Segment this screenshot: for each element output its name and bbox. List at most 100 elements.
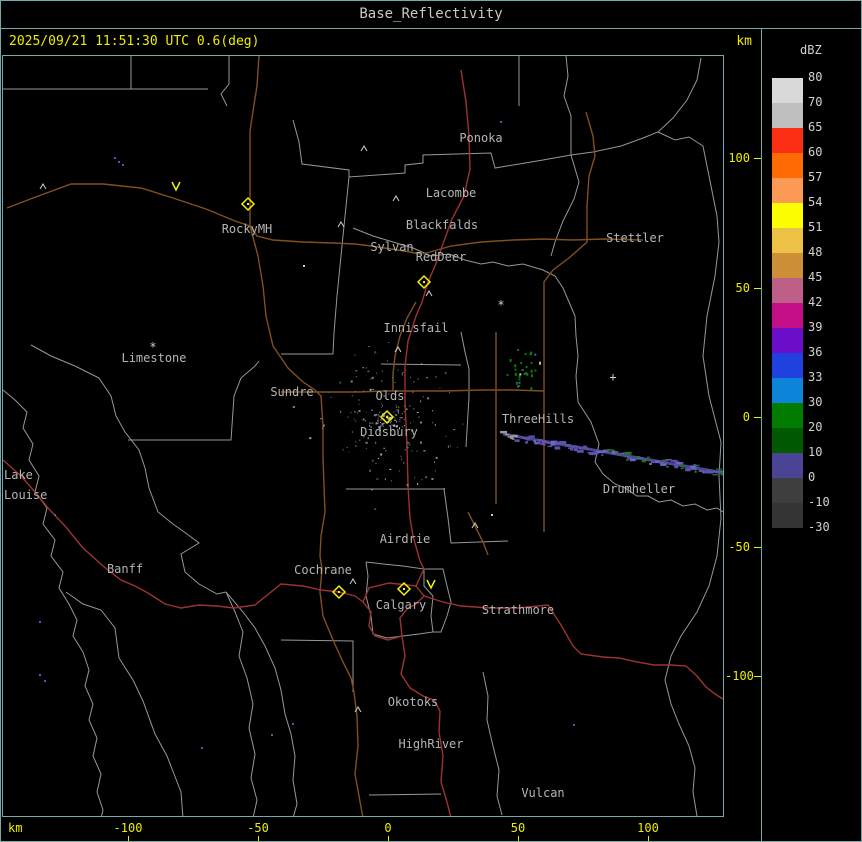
town-caret-marker [349, 578, 357, 585]
echo-streak-segment [519, 436, 522, 438]
clutter-echo [380, 403, 382, 405]
clutter-echo [350, 380, 353, 383]
echo-streak-segment [513, 434, 518, 438]
clutter-echo [357, 412, 358, 414]
clutter-echo [394, 419, 397, 421]
echo-streak-segment [717, 470, 724, 472]
colorbar-block [772, 328, 803, 353]
precip-echo-green [518, 384, 521, 387]
clutter-echo [328, 391, 331, 393]
clutter-echo [453, 429, 456, 431]
colorbar-block [772, 478, 803, 503]
clutter-echo [377, 419, 380, 422]
city-label-highriver: HighRiver [398, 737, 463, 751]
title-bar: Base_Reflectivity [1, 1, 861, 29]
clutter-echo [376, 414, 378, 416]
clutter-echo [427, 397, 430, 400]
clutter-echo [397, 406, 399, 407]
clutter-echo [383, 415, 385, 417]
boundary-line [352, 227, 724, 513]
clutter-echo [380, 419, 382, 421]
boundary-line [65, 591, 184, 819]
blue-speck-echo [44, 680, 46, 682]
city-label-drumheller: Drumheller [603, 482, 675, 496]
colorbar-block [772, 178, 803, 203]
city-label-lacombe: Lacombe [426, 186, 477, 200]
blue-speck-echo [54, 514, 56, 516]
echo-streak-segment [550, 442, 556, 446]
echo-streak-segment [505, 433, 510, 436]
radar-app-window: Base_Reflectivity 2025/09/21 11:51:30 UT… [0, 0, 862, 842]
clutter-echo [358, 399, 360, 401]
clutter-echo [388, 418, 389, 420]
colorbar-title: dBZ [800, 43, 822, 57]
echo-streak-segment [685, 468, 691, 472]
colorbar-label: 30 [808, 395, 823, 409]
city-label-innisfail: Innisfail [383, 321, 448, 335]
precip-echo-green [530, 387, 533, 391]
colorbar-label: 48 [808, 245, 823, 259]
right-axis-tick-label: -100 [725, 669, 754, 683]
clutter-echo [355, 445, 357, 447]
city-label-threehills: ThreeHills [502, 412, 574, 426]
clutter-echo [403, 462, 405, 464]
precip-echo-green [524, 353, 527, 356]
precip-echo-green [518, 378, 521, 381]
colorbar-label: 33 [808, 370, 823, 384]
blue-speck-echo [114, 157, 116, 159]
clutter-echo [379, 411, 381, 413]
precip-echo-green [531, 374, 534, 378]
clutter-echo [406, 408, 408, 411]
colorbar-block [772, 378, 803, 403]
clutter-echo [354, 391, 356, 392]
city-label-calgary: Calgary [376, 598, 427, 612]
clutter-echo [384, 478, 386, 481]
echo-streak-segment [626, 459, 629, 461]
clutter-echo [371, 409, 374, 411]
radar-site-diamond-center [403, 588, 405, 590]
city-label-didsbury: Didsbury [360, 425, 418, 439]
clutter-echo [419, 421, 422, 424]
colorbar-label: -30 [808, 520, 830, 534]
boundary-line [570, 57, 702, 156]
clutter-echo [370, 489, 373, 491]
clutter-echo [405, 369, 407, 371]
clutter-echo [363, 390, 365, 392]
right-axis-unit-label: km [736, 34, 752, 49]
colorbar-block [772, 278, 803, 303]
clutter-echo [439, 387, 441, 389]
city-label-lake: Lake [4, 468, 33, 482]
clutter-echo [395, 404, 397, 406]
clutter-echo [320, 418, 322, 420]
echo-streak-segment [554, 446, 561, 450]
echo-streak-segment [647, 456, 651, 458]
clutter-echo [406, 447, 409, 449]
clutter-echo [355, 370, 358, 372]
precip-echo-green [509, 359, 512, 362]
asterisk-marker: * [497, 298, 504, 312]
clutter-echo [330, 396, 332, 398]
city-label-blackfalds: Blackfalds [406, 218, 478, 232]
clutter-echo [322, 427, 324, 429]
clutter-echo [403, 411, 405, 413]
bottom-axis-tick-label: -50 [247, 821, 269, 835]
echo-streak-segment [712, 473, 718, 476]
clutter-echo [413, 381, 415, 383]
colorbar-block [772, 103, 803, 128]
radar-site-diamond-center [338, 591, 340, 593]
blue-speck-echo [39, 674, 41, 676]
clutter-echo [377, 417, 379, 419]
radar-plot-area[interactable]: Ponoka Lacombe Blackfalds Sylvan RedDeer Stet… [2, 55, 728, 819]
clutter-echo [409, 405, 411, 407]
echo-streak-segment [526, 439, 531, 441]
clutter-echo [380, 421, 381, 423]
echo-streak-segment [561, 442, 566, 446]
blue-speck-echo [122, 164, 124, 166]
echo-streak-segment [601, 454, 604, 456]
echo-streak-segment [694, 470, 697, 473]
clutter-echo [406, 475, 409, 477]
echo-streak-segment [500, 430, 507, 434]
clutter-echo [422, 396, 424, 398]
clutter-echo [398, 420, 401, 422]
clutter-echo [393, 382, 396, 384]
